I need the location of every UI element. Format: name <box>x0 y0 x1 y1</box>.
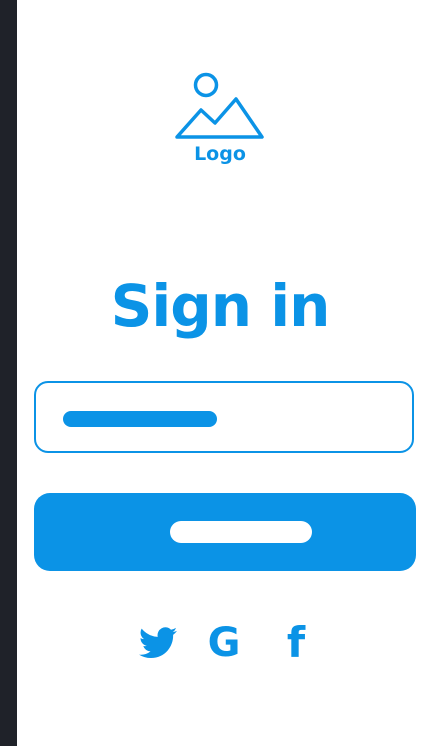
logo: Logo <box>17 66 423 166</box>
google-login-button[interactable]: G <box>200 616 248 670</box>
logo-text: Logo <box>194 143 246 165</box>
button-label-placeholder <box>170 521 312 543</box>
input-value-placeholder <box>63 411 217 427</box>
google-icon: G <box>207 620 241 666</box>
sign-in-button[interactable] <box>34 493 416 571</box>
sign-in-screen: Logo Sign in G f <box>17 0 423 746</box>
twitter-login-button[interactable] <box>131 616 185 670</box>
twitter-icon <box>139 627 177 659</box>
image-placeholder-icon <box>175 72 264 139</box>
facebook-icon: f <box>286 618 306 667</box>
facebook-login-button[interactable]: f <box>279 616 313 670</box>
page-title: Sign in <box>110 272 331 340</box>
text-input[interactable] <box>34 381 414 453</box>
social-login-row: G f <box>17 616 423 670</box>
